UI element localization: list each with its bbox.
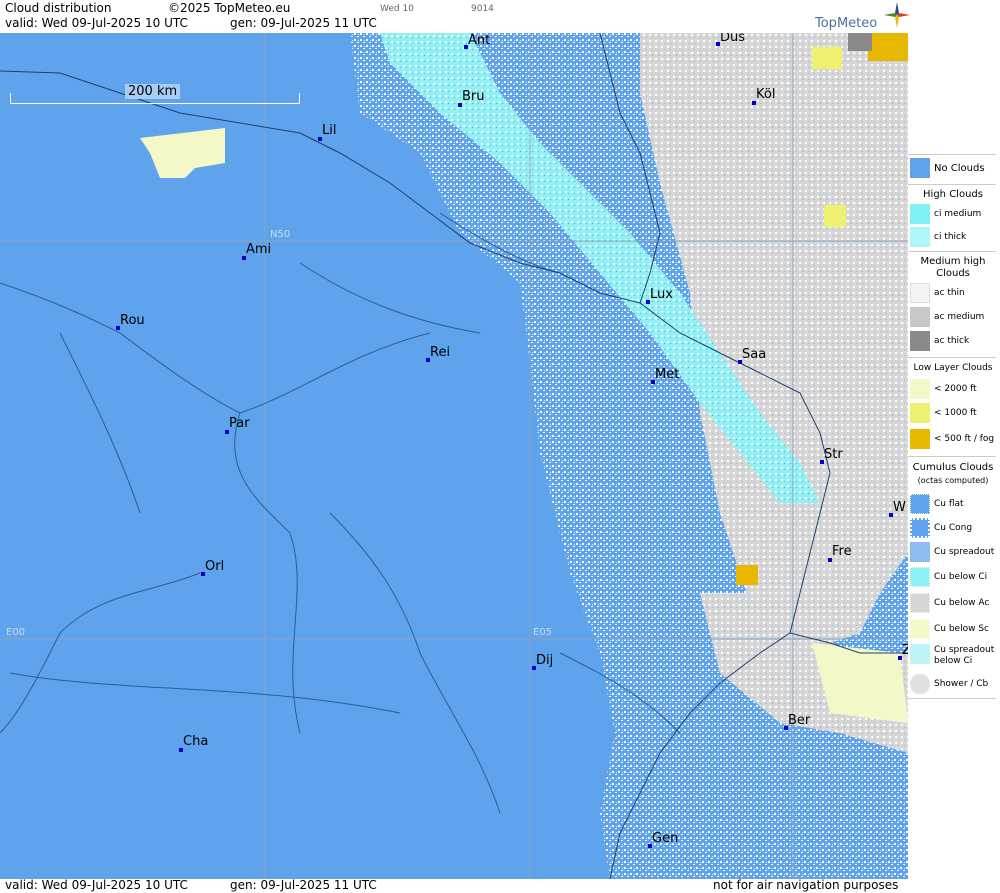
city-w[interactable]: W bbox=[889, 500, 906, 517]
header-bar: Cloud distribution ©2025 TopMeteo.eu Wed… bbox=[0, 0, 910, 34]
grid-label-n50: N50 bbox=[270, 229, 291, 240]
generated-time: gen: 09-Jul-2025 11 UTC bbox=[230, 16, 377, 30]
legend-low-head: Low Layer Clouds bbox=[913, 363, 993, 373]
city-lil[interactable]: Lil bbox=[318, 123, 336, 141]
legend-high-head: High Clouds bbox=[923, 189, 983, 200]
map-title: Cloud distribution bbox=[5, 1, 112, 15]
footer-gen: gen: 09-Jul-2025 11 UTC bbox=[230, 878, 377, 892]
brand-logo: TopMeteo bbox=[815, 16, 878, 31]
legend-mid-head-1: Medium high bbox=[920, 256, 986, 267]
legend-ac-thick: ac thick bbox=[910, 331, 998, 353]
low-1000-blob bbox=[824, 205, 846, 227]
shower-icon bbox=[910, 674, 930, 694]
city-ant[interactable]: Ant bbox=[464, 33, 490, 49]
map-layers bbox=[0, 33, 908, 879]
time-tab[interactable]: Wed 10 bbox=[380, 4, 414, 14]
legend-cu-cong: Cu Cong bbox=[910, 518, 998, 540]
low-500-blob bbox=[736, 565, 758, 585]
grid-label-e05: E05 bbox=[533, 627, 553, 638]
city-met[interactable]: Met bbox=[651, 367, 679, 384]
city-par[interactable]: Par bbox=[225, 416, 250, 434]
city-orl[interactable]: Orl bbox=[201, 559, 224, 576]
ac-thick-ne bbox=[848, 33, 872, 51]
city-gen[interactable]: Gen bbox=[648, 831, 678, 848]
legend-cu-below-sc: Cu below Sc bbox=[910, 619, 998, 641]
city-dus[interactable]: Düs bbox=[716, 33, 745, 46]
footer-valid: valid: Wed 09-Jul-2025 10 UTC bbox=[5, 878, 188, 892]
low-500-ne bbox=[868, 33, 908, 61]
legend-no-clouds: No Clouds bbox=[910, 158, 998, 180]
legend-ci-medium: ci medium bbox=[910, 204, 998, 226]
city-ami[interactable]: Ami bbox=[242, 242, 271, 260]
city-bru[interactable]: Bru bbox=[458, 89, 485, 107]
legend-low-1000: < 1000 ft bbox=[910, 403, 998, 425]
city-rei[interactable]: Rei bbox=[426, 345, 450, 362]
run-code: 9014 bbox=[471, 4, 494, 14]
valid-time: valid: Wed 09-Jul-2025 10 UTC bbox=[5, 16, 188, 30]
city-ber[interactable]: Ber bbox=[784, 713, 810, 730]
low-1000-ne bbox=[812, 47, 842, 69]
legend-low-2000: < 2000 ft bbox=[910, 379, 998, 401]
legend-cu-spread-ci: Cu spreadout below Ci bbox=[910, 644, 998, 670]
legend-cu-head-2: (octas computed) bbox=[917, 476, 989, 485]
legend-cu-spreadout: Cu spreadout bbox=[910, 542, 998, 564]
city-fre[interactable]: Fre bbox=[828, 544, 852, 562]
legend-cu-below-ci: Cu below Ci bbox=[910, 567, 998, 589]
legend-ci-thick: ci thick bbox=[910, 227, 998, 249]
copyright: ©2025 TopMeteo.eu bbox=[168, 1, 291, 15]
footer-disclaimer: not for air navigation purposes bbox=[713, 878, 899, 892]
city-dij[interactable]: Dij bbox=[532, 653, 553, 670]
legend-low-500: < 500 ft / fog bbox=[910, 429, 998, 451]
city-saa[interactable]: Saa bbox=[738, 347, 766, 364]
city-lux[interactable]: Lux bbox=[646, 287, 673, 304]
scale-label: 200 km bbox=[125, 84, 181, 99]
legend-cu-flat: Cu flat bbox=[910, 494, 998, 516]
cloud-map[interactable]: 200 km N50 E00 E05 Ant Düs Köl Bru Lil A… bbox=[0, 33, 908, 879]
legend-cu-below-ac: Cu below Ac bbox=[910, 593, 998, 615]
low-cloud-blob bbox=[140, 128, 225, 178]
grid-label-e00: E00 bbox=[6, 627, 26, 638]
city-kol[interactable]: Köl bbox=[752, 87, 775, 105]
legend-mid-head-2: Clouds bbox=[936, 268, 970, 279]
compass-star-icon bbox=[884, 2, 910, 28]
legend-ac-medium: ac medium bbox=[910, 307, 998, 329]
city-rou[interactable]: Rou bbox=[116, 313, 145, 330]
footer-bar: valid: Wed 09-Jul-2025 10 UTC gen: 09-Ju… bbox=[0, 878, 908, 893]
city-str[interactable]: Str bbox=[820, 447, 843, 464]
legend-ac-thin: ac thin bbox=[910, 283, 998, 305]
legend-cu-head-1: Cumulus Clouds bbox=[912, 462, 994, 473]
legend-shower: Shower / Cb bbox=[910, 674, 998, 696]
city-cha[interactable]: Cha bbox=[179, 734, 208, 752]
legend-panel: No Clouds High Clouds ci medium ci thick… bbox=[908, 150, 1000, 893]
